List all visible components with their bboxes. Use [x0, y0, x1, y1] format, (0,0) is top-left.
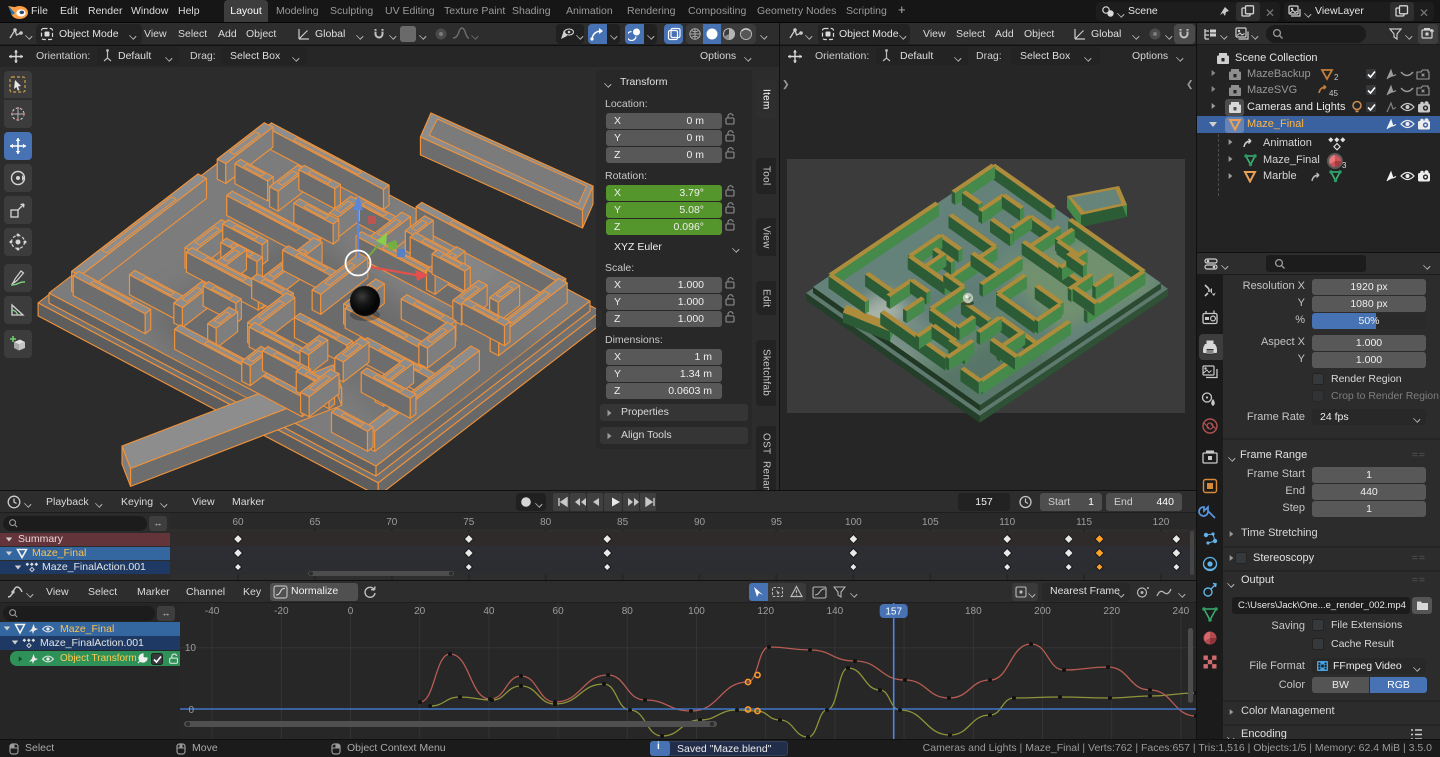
svg-text:200: 200 [1034, 606, 1051, 617]
svg-text:120: 120 [757, 606, 774, 617]
svg-text:120: 120 [1153, 517, 1170, 528]
svg-text:-20: -20 [274, 606, 289, 617]
svg-text:20: 20 [414, 606, 426, 617]
svg-text:105: 105 [922, 517, 939, 528]
svg-text:65: 65 [309, 517, 321, 528]
svg-text:80: 80 [540, 517, 552, 528]
svg-text:60: 60 [553, 606, 565, 617]
svg-text:75: 75 [463, 517, 475, 528]
svg-text:10: 10 [185, 643, 197, 654]
svg-text:2: 2 [1334, 73, 1339, 81]
svg-text:240: 240 [1173, 606, 1190, 617]
svg-text:0: 0 [348, 606, 354, 617]
svg-text:45: 45 [1329, 89, 1338, 97]
svg-text:100: 100 [688, 606, 705, 617]
svg-text:60: 60 [232, 517, 244, 528]
svg-text:0: 0 [188, 705, 194, 716]
svg-text:180: 180 [965, 606, 982, 617]
svg-text:85: 85 [617, 517, 629, 528]
svg-text:95: 95 [771, 517, 783, 528]
svg-text:220: 220 [1103, 606, 1120, 617]
svg-text:80: 80 [622, 606, 634, 617]
svg-text:140: 140 [827, 606, 844, 617]
svg-text:100: 100 [845, 517, 862, 528]
svg-text:115: 115 [1076, 517, 1092, 528]
svg-text:157: 157 [885, 607, 902, 618]
svg-text:90: 90 [694, 517, 706, 528]
svg-text:40: 40 [483, 606, 495, 617]
svg-text:-40: -40 [205, 606, 220, 617]
svg-text:110: 110 [999, 517, 1015, 528]
svg-text:70: 70 [386, 517, 398, 528]
